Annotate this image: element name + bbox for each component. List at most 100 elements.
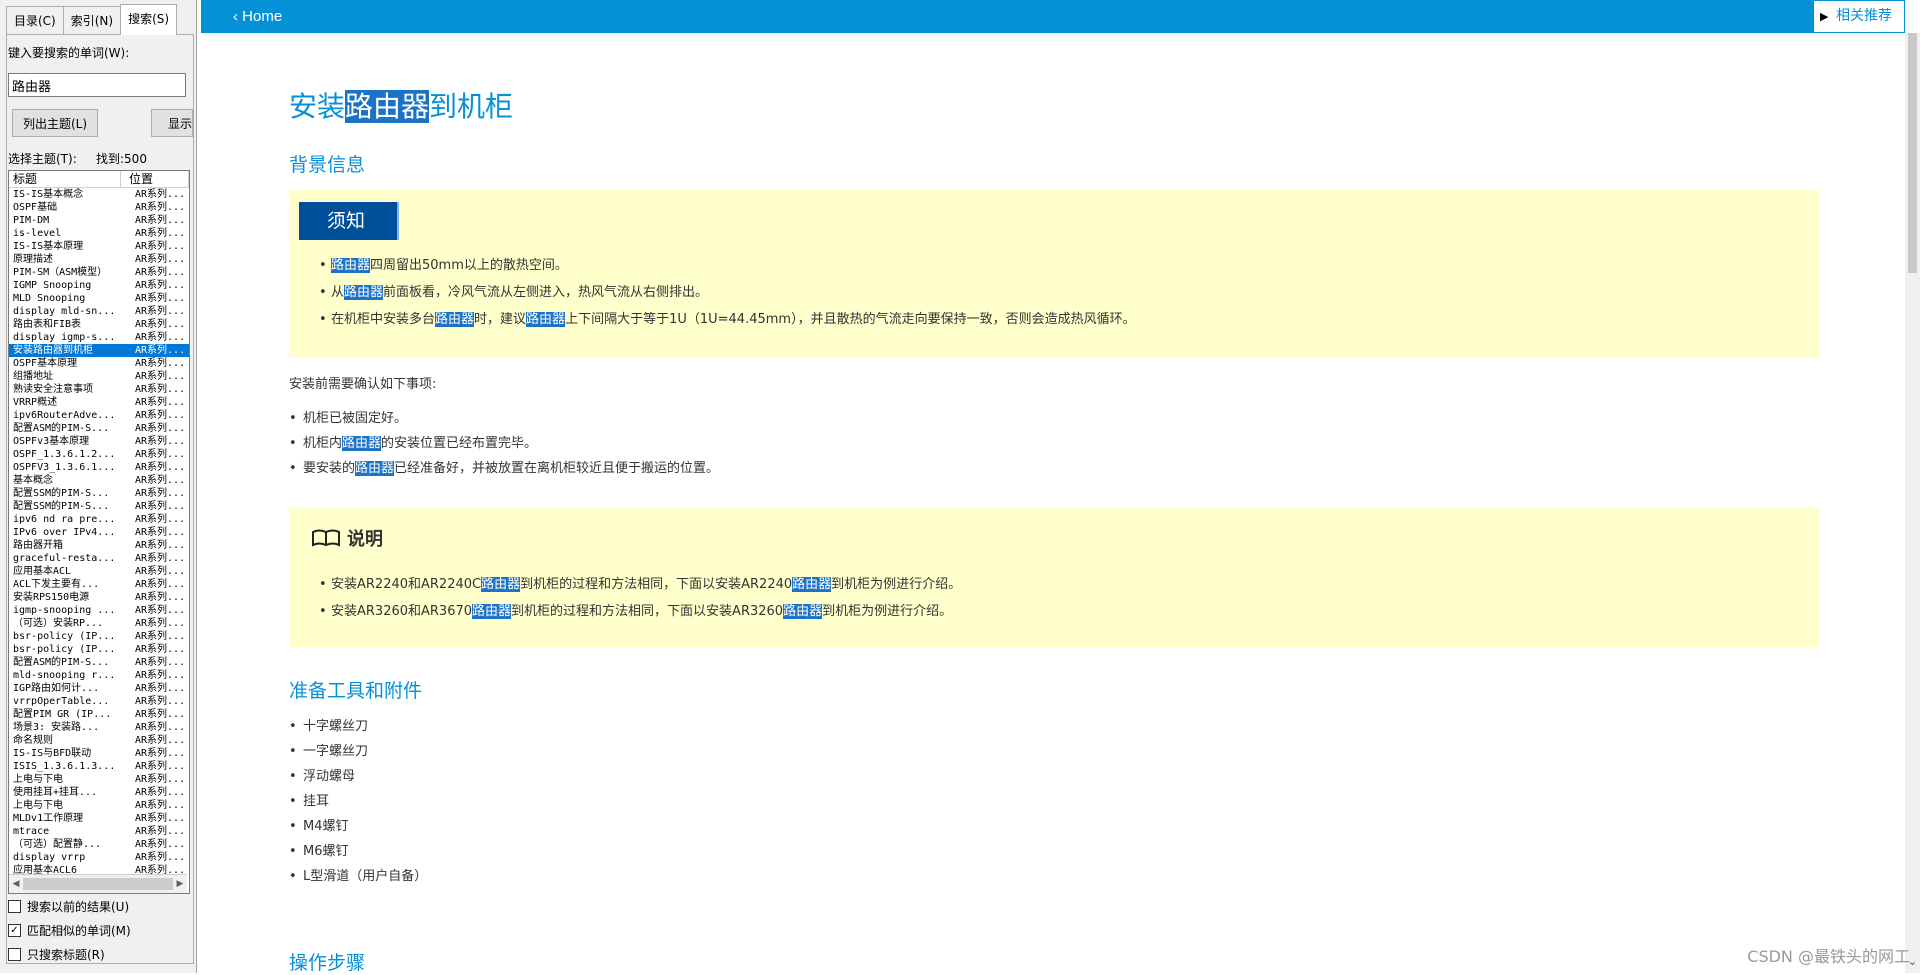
column-header-location[interactable]: 位置 bbox=[121, 171, 189, 187]
title-suffix: 到机柜 bbox=[429, 90, 514, 123]
table-row[interactable]: bsr-policy (IP... AR系列... bbox=[9, 643, 189, 656]
row-location: AR系列... bbox=[135, 501, 186, 512]
row-location: AR系列... bbox=[135, 644, 186, 655]
table-row[interactable]: 上电与下电 AR系列... bbox=[9, 773, 189, 786]
row-title: 安装路由器到机柜 bbox=[13, 345, 93, 356]
search-highlight: 路由器 bbox=[435, 312, 475, 327]
text-segment: 已经准备好，并被放置在离机柜较近且便于搬运的位置。 bbox=[394, 461, 720, 476]
table-row[interactable]: PIM-SM（ASM模型） AR系列... bbox=[9, 266, 189, 279]
search-highlight: 路由器 bbox=[783, 604, 823, 619]
table-row[interactable]: OSPF基本原理 AR系列... bbox=[9, 357, 189, 370]
row-title: （可选）安装RP... bbox=[13, 618, 104, 629]
row-title: 上电与下电 bbox=[13, 774, 63, 785]
list-item: 十字螺丝刀 bbox=[289, 718, 427, 736]
text-segment: M4螺钉 bbox=[303, 819, 349, 834]
list-item: M6螺钉 bbox=[289, 843, 427, 861]
table-row[interactable]: igmp-snooping ... AR系列... bbox=[9, 604, 189, 617]
text-segment: 要安装的 bbox=[303, 461, 356, 476]
table-row[interactable]: display igmp-s... AR系列... bbox=[9, 331, 189, 344]
text-segment: L型滑道（用户自备） bbox=[303, 869, 428, 884]
table-row[interactable]: 基本概念 AR系列... bbox=[9, 474, 189, 487]
tab-search[interactable]: 搜索(S) bbox=[120, 4, 178, 35]
table-row[interactable]: 应用基本ACL AR系列... bbox=[9, 565, 189, 578]
watermark: CSDN @最铁头的网工 bbox=[1747, 947, 1910, 966]
table-row[interactable]: 上电与下电 AR系列... bbox=[9, 799, 189, 812]
row-title: IGP路由如何计... bbox=[13, 683, 100, 694]
checkbox-match-similar[interactable]: ✓ 匹配相似的单词(M) bbox=[8, 922, 131, 939]
section-heading-steps: 操作步骤 bbox=[289, 952, 366, 974]
table-row[interactable]: MLD Snooping AR系列... bbox=[9, 292, 189, 305]
table-row[interactable]: 熟读安全注意事项 AR系列... bbox=[9, 383, 189, 396]
row-title: ACL下发主要有... bbox=[13, 579, 100, 590]
table-row[interactable]: PIM-DM AR系列... bbox=[9, 214, 189, 227]
column-header-title[interactable]: 标题 bbox=[9, 171, 121, 187]
table-row[interactable]: 配置PIM GR (IP... AR系列... bbox=[9, 708, 189, 721]
table-row[interactable]: 安装路由器到机柜 AR系列... bbox=[9, 344, 189, 357]
home-link[interactable]: ‹ Home bbox=[233, 0, 282, 33]
checkbox-search-previous[interactable]: 搜索以前的结果(U) bbox=[8, 898, 129, 915]
checkbox-titles-only[interactable]: 只搜索标题(R) bbox=[8, 946, 105, 963]
table-row[interactable]: 配置SSM的PIM-S... AR系列... bbox=[9, 500, 189, 513]
search-input[interactable] bbox=[8, 73, 186, 97]
checkbox-box[interactable] bbox=[8, 948, 21, 961]
table-row[interactable]: ipv6 nd ra pre... AR系列... bbox=[9, 513, 189, 526]
table-row[interactable]: 路由器开箱 AR系列... bbox=[9, 539, 189, 552]
table-row[interactable]: ACL下发主要有... AR系列... bbox=[9, 578, 189, 591]
table-row[interactable]: 场景3: 安装路... AR系列... bbox=[9, 721, 189, 734]
notice-list: 路由器四周留出50mm以上的散热空间。从路由器前面板看，冷风气流从左侧进入，热风… bbox=[319, 252, 1136, 333]
content-vertical-scrollbar[interactable]: ⌄ bbox=[1905, 33, 1920, 973]
table-row[interactable]: 路由表和FIB表 AR系列... bbox=[9, 318, 189, 331]
scrollbar-thumb[interactable] bbox=[1908, 33, 1917, 273]
related-recommendations-button[interactable]: ▶ 相关推荐 bbox=[1813, 0, 1905, 33]
table-row[interactable]: graceful-resta... AR系列... bbox=[9, 552, 189, 565]
scroll-right-icon[interactable]: ▶ bbox=[173, 875, 187, 893]
row-location: AR系列... bbox=[135, 254, 186, 265]
table-row[interactable]: （可选）安装RP... AR系列... bbox=[9, 617, 189, 630]
table-row[interactable]: 配置ASM的PIM-S... AR系列... bbox=[9, 422, 189, 435]
table-row[interactable]: display mld-sn... AR系列... bbox=[9, 305, 189, 318]
display-button[interactable]: 显示 bbox=[151, 109, 193, 137]
table-row[interactable]: 原理描述 AR系列... bbox=[9, 253, 189, 266]
checkbox-box[interactable] bbox=[8, 900, 21, 913]
table-row[interactable]: 安装RPS150电源 AR系列... bbox=[9, 591, 189, 604]
table-row[interactable]: 配置SSM的PIM-S... AR系列... bbox=[9, 487, 189, 500]
table-row[interactable]: OSPF基础 AR系列... bbox=[9, 201, 189, 214]
list-topics-button[interactable]: 列出主题(L) bbox=[12, 109, 98, 137]
table-row[interactable]: is-level AR系列... bbox=[9, 227, 189, 240]
table-row[interactable]: OSPFV3_1.3.6.1... AR系列... bbox=[9, 461, 189, 474]
list-item: 安装AR3260和AR3670路由器到机柜的过程和方法相同，下面以安装AR326… bbox=[319, 598, 961, 625]
table-row[interactable]: 配置ASM的PIM-S... AR系列... bbox=[9, 656, 189, 669]
tools-list: 十字螺丝刀一字螺丝刀浮动螺母挂耳 M4螺钉 M6螺钉 L型滑道（用户自备） bbox=[289, 718, 428, 893]
results-horizontal-scrollbar[interactable]: ◀ ▶ bbox=[9, 874, 187, 893]
table-row[interactable]: vrrpOperTable... AR系列... bbox=[9, 695, 189, 708]
scroll-left-icon[interactable]: ◀ bbox=[9, 875, 23, 893]
row-title: 应用基本ACL bbox=[13, 566, 72, 577]
table-row[interactable]: IGMP Snooping AR系列... bbox=[9, 279, 189, 292]
tab-contents[interactable]: 目录(C) bbox=[6, 6, 64, 35]
table-row[interactable]: ISIS_1.3.6.1.3... AR系列... bbox=[9, 760, 189, 773]
table-row[interactable]: bsr-policy (IP... AR系列... bbox=[9, 630, 189, 643]
table-row[interactable]: VRRP概述 AR系列... bbox=[9, 396, 189, 409]
table-row[interactable]: 命名规则 AR系列... bbox=[9, 734, 189, 747]
table-row[interactable]: mld-snooping r... AR系列... bbox=[9, 669, 189, 682]
tab-index[interactable]: 索引(N) bbox=[62, 6, 122, 35]
table-row[interactable]: mtrace AR系列... bbox=[9, 825, 189, 838]
table-row[interactable]: ipv6RouterAdve... AR系列... bbox=[9, 409, 189, 422]
table-row[interactable]: （可选）配置静... AR系列... bbox=[9, 838, 189, 851]
table-row[interactable]: MLDv1工作原理 AR系列... bbox=[9, 812, 189, 825]
table-row[interactable]: IGP路由如何计... AR系列... bbox=[9, 682, 189, 695]
table-row[interactable]: 应用基本ACL6 AR系列... bbox=[9, 864, 189, 874]
scrollbar-thumb[interactable] bbox=[23, 878, 173, 890]
table-row[interactable]: OSPFv3基本原理 AR系列... bbox=[9, 435, 189, 448]
table-row[interactable]: IPv6 over IPv4... AR系列... bbox=[9, 526, 189, 539]
table-row[interactable]: 使用挂耳+挂耳... AR系列... bbox=[9, 786, 189, 799]
table-row[interactable]: 组播地址 AR系列... bbox=[9, 370, 189, 383]
table-row[interactable]: IS-IS与BFD联动 AR系列... bbox=[9, 747, 189, 760]
table-row[interactable]: IS-IS基本概念 AR系列... bbox=[9, 188, 189, 201]
table-row[interactable]: OSPF_1.3.6.1.2... AR系列... bbox=[9, 448, 189, 461]
row-title: ISIS_1.3.6.1.3... bbox=[13, 761, 116, 772]
table-row[interactable]: IS-IS基本原理 AR系列... bbox=[9, 240, 189, 253]
row-title: display vrrp bbox=[13, 852, 86, 863]
checkbox-box[interactable]: ✓ bbox=[8, 924, 21, 937]
table-row[interactable]: display vrrp AR系列... bbox=[9, 851, 189, 864]
